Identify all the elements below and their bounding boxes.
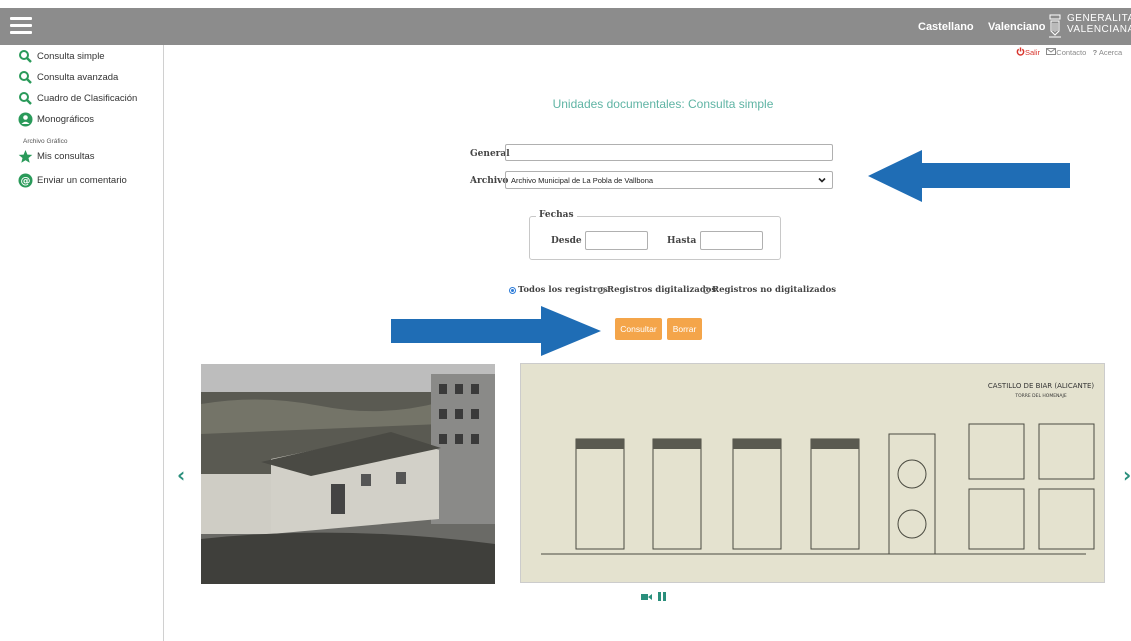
question-icon: ?: [1092, 48, 1098, 57]
sidebar-item-monograficos[interactable]: Monográficos: [17, 110, 94, 128]
drawing-subtitle: TORRE DEL HOMENAJE: [1014, 393, 1066, 399]
radio-label: Todos los registros: [518, 285, 608, 295]
logo-text-line2: VALENCIANA: [1067, 24, 1131, 35]
radio-todos-registros[interactable]: Todos los registros: [509, 285, 608, 295]
pause-icon[interactable]: [658, 592, 666, 601]
sidebar-item-mis-consultas[interactable]: Mis consultas: [17, 147, 95, 165]
general-input[interactable]: [505, 144, 833, 161]
at-icon: @: [17, 172, 33, 188]
salir-label: Salir: [1025, 48, 1041, 57]
utility-links: Salir Contacto ? Acerca: [1016, 47, 1122, 57]
logo-text-line1: GENERALITAT: [1067, 13, 1131, 24]
top-bar: Castellano Valenciano GENERALITAT VALENC…: [0, 8, 1131, 45]
carousel-photo-technical-drawing[interactable]: CASTILLO DE BIAR (ALICANTE) TORRE DEL HO…: [520, 363, 1105, 583]
contacto-link[interactable]: Contacto: [1046, 48, 1088, 57]
power-icon: [1016, 47, 1025, 56]
chevron-down-icon: [818, 177, 826, 183]
page-title: Unidades documentales: Consulta simple: [552, 97, 774, 111]
lang-valenciano-link[interactable]: Valenciano: [988, 21, 1045, 33]
search-icon: [17, 90, 33, 106]
hamburger-menu-icon[interactable]: [10, 17, 32, 37]
sidebar-item-consulta-avanzada[interactable]: Consulta avanzada: [17, 68, 118, 86]
drawing-title: CASTILLO DE BIAR (ALICANTE): [988, 382, 1095, 390]
coat-of-arms-icon: [1049, 14, 1061, 38]
people-icon: [17, 111, 33, 127]
archivo-label: Archivo: [470, 176, 509, 186]
camera-icon[interactable]: [641, 593, 652, 601]
lang-castellano-link[interactable]: Castellano: [918, 21, 974, 33]
desde-label: Desde: [551, 236, 582, 246]
radio-label: Registros no digitalizados: [712, 285, 837, 295]
generalitat-logo: GENERALITAT VALENCIANA: [1047, 9, 1131, 43]
consultar-button[interactable]: Consultar: [615, 318, 662, 340]
carousel-photo-farmhouse[interactable]: [201, 364, 495, 584]
contacto-label: Contacto: [1056, 48, 1087, 57]
sidebar-item-enviar-comentario[interactable]: @ Enviar un comentario: [17, 171, 127, 189]
svg-text:@: @: [20, 176, 30, 187]
farmhouse-photo-image: [201, 364, 495, 584]
fechas-legend: Fechas: [536, 210, 577, 220]
technical-drawing-image: CASTILLO DE BIAR (ALICANTE) TORRE DEL HO…: [521, 364, 1104, 582]
carousel-prev-chevron-left-icon[interactable]: ‹: [177, 463, 185, 487]
general-label: General: [470, 149, 510, 159]
hasta-input[interactable]: [700, 231, 763, 250]
sidebar-item-label: Consulta simple: [37, 50, 105, 62]
sidebar: Consulta simple Consulta avanzada Cuadro…: [0, 45, 164, 641]
section-label-archivo-grafico: Archivo Gráfico: [23, 138, 68, 145]
sidebar-item-label: Consulta avanzada: [37, 71, 119, 83]
sidebar-item-label: Cuadro de Clasificación: [37, 92, 138, 104]
sidebar-item-consulta-simple[interactable]: Consulta simple: [17, 47, 105, 65]
radio-button-checked[interactable]: [509, 286, 516, 294]
sidebar-item-label: Enviar un comentario: [37, 174, 127, 186]
borrar-button[interactable]: Borrar: [667, 318, 702, 340]
carousel-controls: [641, 592, 666, 601]
left-arrow-annotation-icon: [868, 150, 1070, 202]
search-icon: [17, 48, 33, 64]
carousel-next-chevron-right-icon[interactable]: ›: [1123, 463, 1131, 487]
right-arrow-annotation-icon: [391, 306, 601, 356]
radio-label: Registros digitalizados: [607, 285, 717, 295]
acerca-label: Acerca: [1098, 48, 1123, 57]
archivo-selected-value: Archivo Municipal de La Pobla de Vallbon…: [511, 175, 654, 185]
radio-button[interactable]: [598, 286, 605, 294]
desde-input[interactable]: [585, 231, 648, 250]
search-icon: [17, 69, 33, 85]
radio-registros-digitalizados[interactable]: Registros digitalizados: [598, 285, 716, 295]
radio-registros-no-digitalizados[interactable]: Registros no digitalizados: [703, 285, 836, 295]
archivo-select[interactable]: Archivo Municipal de La Pobla de Vallbon…: [505, 171, 833, 189]
radio-button[interactable]: [703, 286, 710, 294]
mail-icon: [1046, 48, 1057, 55]
sidebar-item-label: Monográficos: [37, 113, 95, 125]
acerca-link[interactable]: ? Acerca: [1093, 48, 1123, 57]
star-icon: [17, 148, 33, 164]
sidebar-item-label: Mis consultas: [37, 150, 95, 162]
salir-link[interactable]: Salir: [1016, 47, 1042, 57]
hasta-label: Hasta: [667, 236, 697, 246]
sidebar-item-cuadro-clasificacion[interactable]: Cuadro de Clasificación: [17, 89, 137, 107]
